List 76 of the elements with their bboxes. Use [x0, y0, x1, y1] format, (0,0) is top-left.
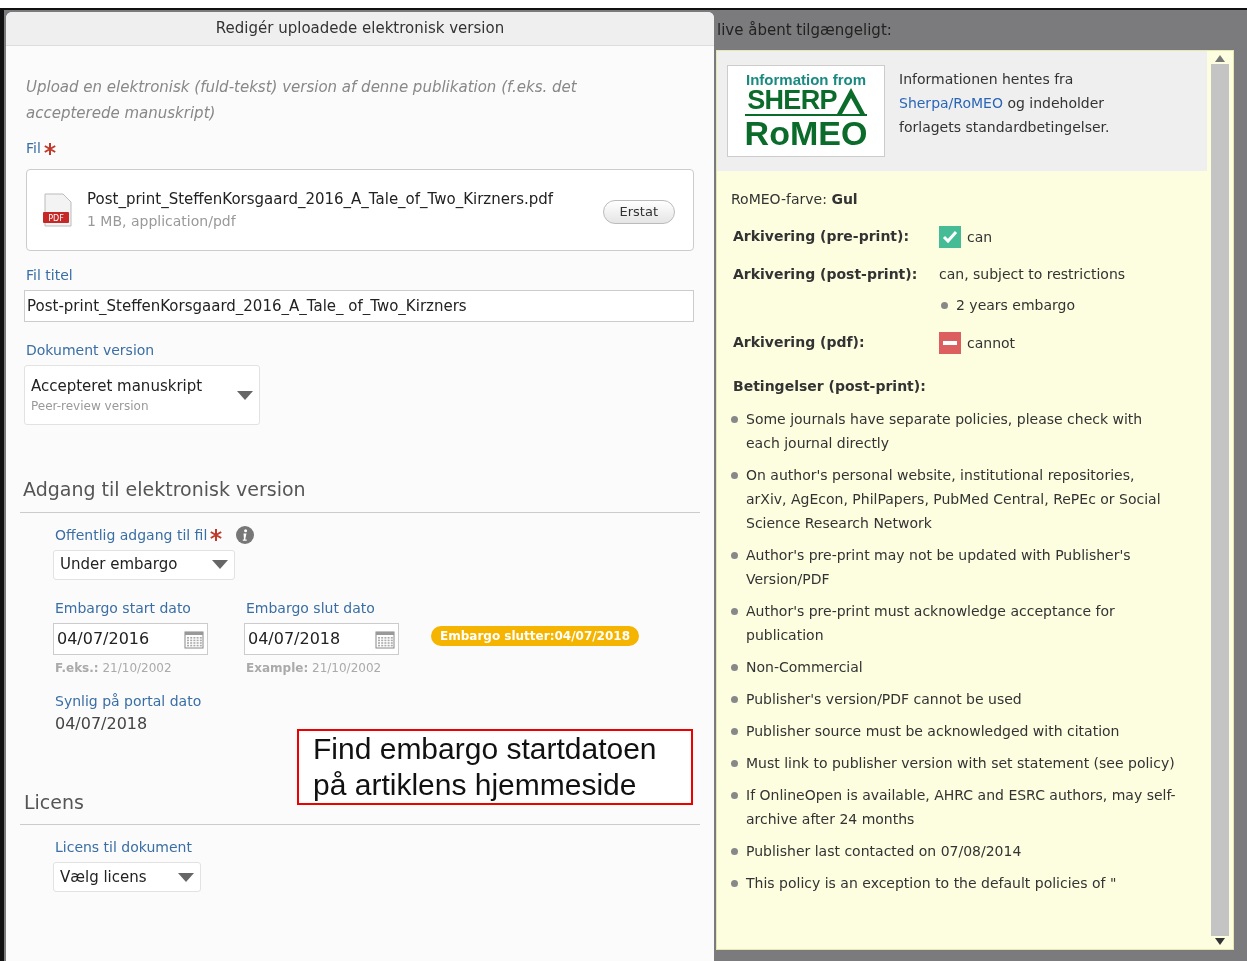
condition-text: Publisher's version/PDF cannot be used [746, 690, 1022, 709]
date-hint: F.eks.: 21/10/2002 [55, 659, 173, 677]
sherpa-romeo-logo: Information from SHERP RoMEO [727, 65, 885, 157]
caret-icon [212, 560, 228, 569]
caret-icon [237, 390, 253, 400]
calendar-icon[interactable] [184, 628, 204, 649]
condition-text: If OnlineOpen is available, AHRC and ESRC authors, may self-archive after 24 months [746, 786, 1176, 829]
condition-text: Must link to publisher version with set statement (see policy) [746, 754, 1175, 773]
bullet-icon [731, 792, 738, 799]
replace-button[interactable]: Erstat [602, 200, 675, 224]
bullet-icon [731, 848, 738, 855]
condition-text: Some journals have separate policies, please check with each journal directly [746, 410, 1144, 453]
condition-text: Non-Commercial [746, 658, 863, 677]
mountain-icon [836, 88, 865, 114]
condition-text: On author's personal website, institutional repositories, arXiv, AgEcon, PhilPapers, PubMed Central, RePEc or Social Science Research Network [746, 466, 1162, 533]
scroll-down-icon[interactable] [1215, 938, 1225, 945]
condition-text: Author's pre-print may not be updated with Publisher's Version/PDF [746, 546, 1132, 589]
condition-text: This policy is an exception to the default policies of " [746, 874, 1117, 893]
field-label: Fil titel [26, 266, 74, 285]
embargo-badge: Embargo slutter:04/07/2018 [431, 625, 639, 646]
archiving-label: Arkivering (pre-print): [733, 227, 911, 246]
scrollbar-thumb[interactable] [1211, 64, 1229, 936]
visible-date: 04/07/2018 [55, 712, 149, 735]
title-input[interactable]: Post-print_SteffenKorsgaard_2016_A_Tale_ of_Two_Kirzners [24, 290, 694, 322]
archiving-note: 2 years embargo [956, 296, 1075, 315]
archiving-value: cannot [967, 333, 1016, 353]
archiving-label: Arkivering (pdf): [733, 333, 866, 352]
field-label: Licens til dokument [55, 838, 193, 857]
caret-icon [178, 872, 194, 882]
field-label: Offentlig adgang til fil [55, 525, 208, 545]
archiving-label: Arkivering (post-print): [733, 265, 919, 284]
checkmark-icon [939, 226, 961, 248]
archiving-value: can, subject to restrictions [939, 265, 1126, 284]
access-dropdown[interactable]: Under embargo [53, 549, 235, 580]
version-dropdown[interactable]: Accepteret manuskript Peer-review version [24, 365, 260, 425]
license-dropdown[interactable]: Vælg licens [53, 862, 201, 892]
pdf-file-icon: PDF [43, 193, 73, 227]
section-heading: Adgang til elektronisk version [23, 477, 307, 502]
bullet-icon [941, 302, 948, 309]
sherpa-link[interactable]: Sherpa/RoMEO [899, 95, 1003, 111]
dialog-title: Redigér uploadede elektronisk version [6, 12, 714, 46]
field-label: Embargo start dato [55, 598, 192, 618]
condition-text: Author's pre-print must acknowledge acceptance for publication [746, 602, 1116, 645]
field-label: Embargo slut dato [246, 598, 376, 618]
minus-icon [939, 332, 961, 354]
bullet-icon [731, 608, 738, 615]
field-label: Synlig på portal dato [55, 691, 203, 711]
bullet-icon [731, 728, 738, 735]
bullet-icon [731, 880, 738, 887]
condition-text: Publisher last contacted on 07/08/2014 [746, 842, 1022, 861]
archiving-value: can [967, 227, 993, 247]
scroll-up-icon[interactable] [1215, 55, 1225, 62]
calendar-icon[interactable] [375, 628, 395, 649]
bullet-icon [731, 664, 738, 671]
field-label: Dokument version [26, 341, 156, 360]
info-text: Informationen hentes fra Sherpa/RoMEO og indeholder forlagets standardbetingelser. [899, 70, 1111, 137]
date-hint: Example: 21/10/2002 [246, 659, 383, 677]
bullet-icon [731, 416, 738, 423]
condition-text: Publisher source must be acknowledged with citation [746, 722, 1120, 741]
dropdown-subtext: Peer-review version [31, 398, 150, 416]
dropdown-value: Accepteret manuskript [31, 375, 203, 397]
background-text: live åbent tilgængeligt: [717, 19, 892, 41]
annotation-callout: Find embargo startdatoen på artiklens hjemmeside [297, 728, 693, 805]
date-field[interactable]: 04/07/2016 [53, 622, 208, 655]
conditions-heading: Betingelser (post-print): [732, 377, 927, 396]
bullet-icon [731, 760, 738, 767]
romeo-colour: RoMEO-farve: Gul [731, 190, 859, 209]
bullet-icon [731, 696, 738, 703]
file-meta: 1 MB, application/pdf [87, 211, 237, 231]
bullet-icon [731, 552, 738, 559]
date-field[interactable]: 04/07/2018 [244, 622, 399, 655]
file-name: Post_print_SteffenKorsgaard_2016_A_Tale_of_Two_Kirzners.pdf [87, 189, 554, 211]
info-icon[interactable] [236, 526, 255, 544]
intro-text: Upload en elektronisk (fuld-tekst) version af denne publikation (f.eks. det accepterede manuskript) [26, 77, 578, 124]
field-label: Fil [26, 139, 41, 158]
bullet-icon [731, 472, 738, 479]
